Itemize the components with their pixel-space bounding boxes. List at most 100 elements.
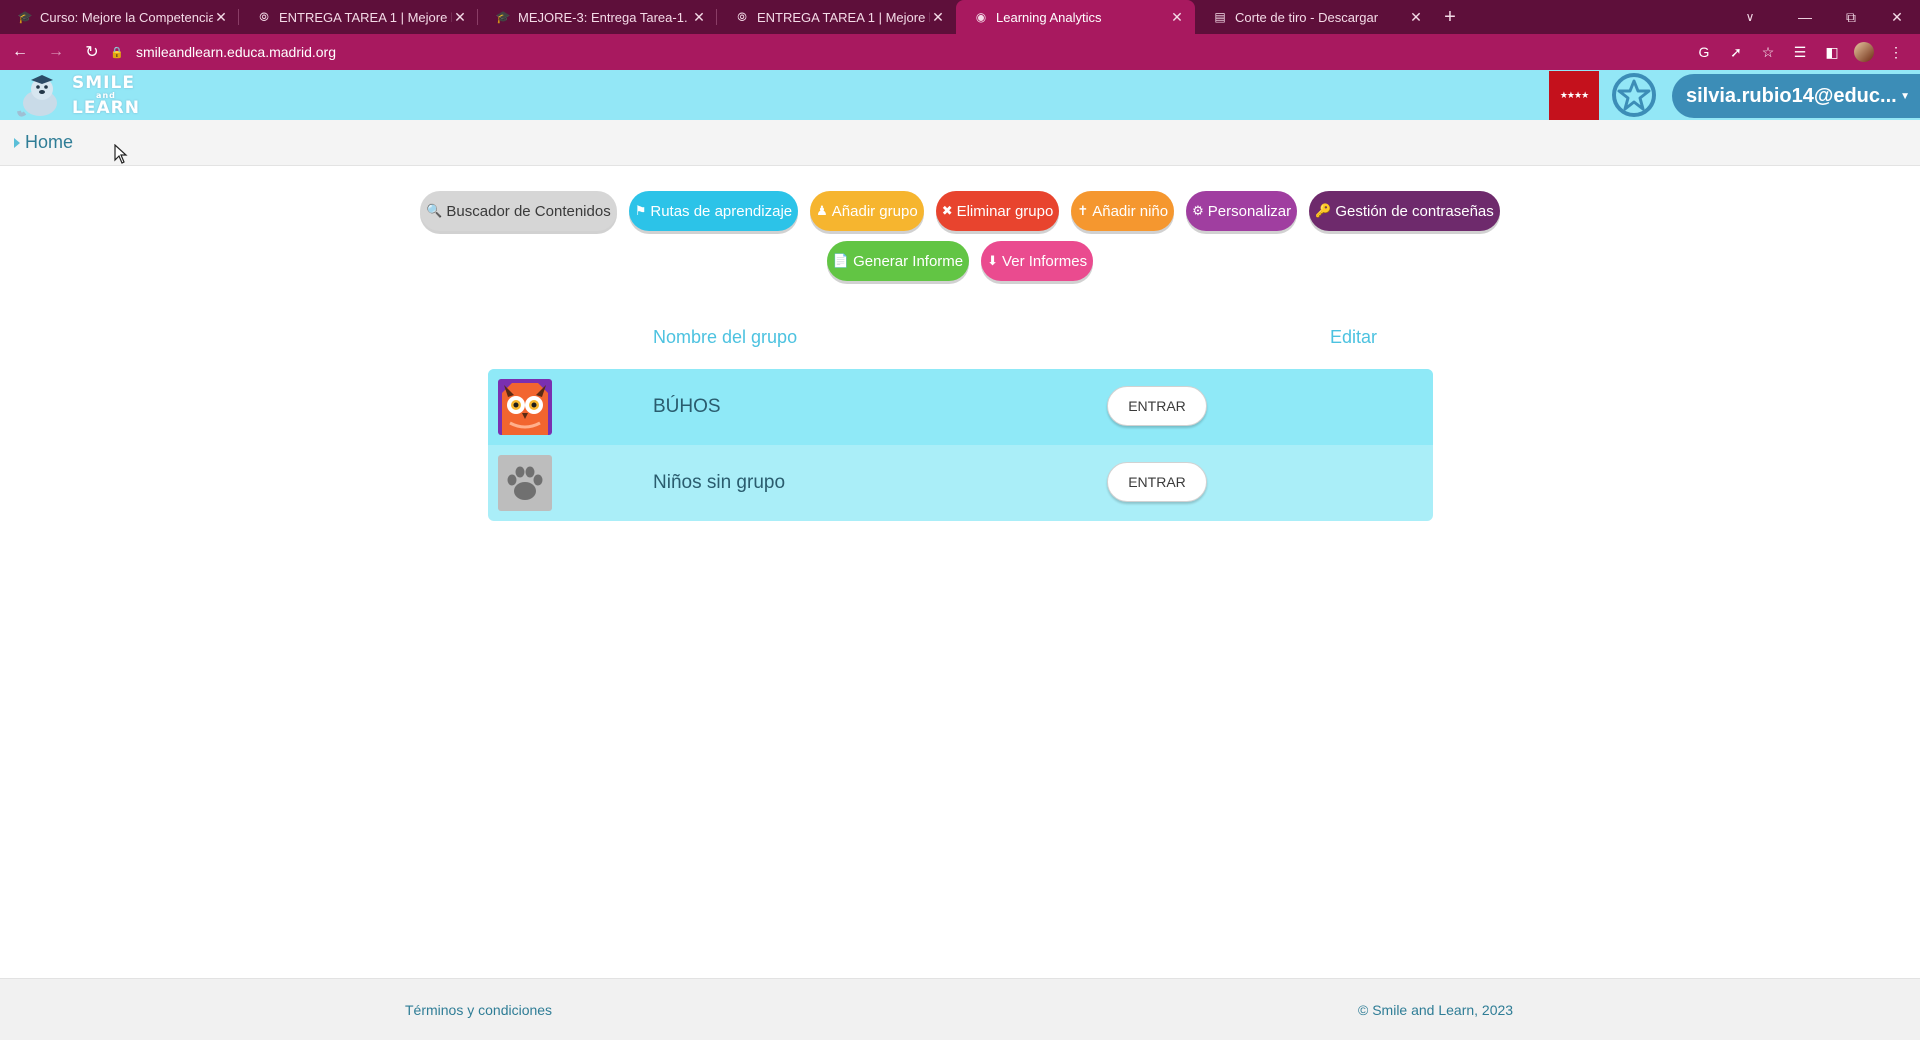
comunidad-madrid-flag[interactable]: ★★★★ [1549, 71, 1599, 120]
bookmark-star-icon[interactable]: ☆ [1752, 38, 1784, 66]
button-label: Buscador de Contenidos [446, 202, 611, 220]
close-icon[interactable]: ✕ [1408, 9, 1424, 25]
action-buttons-row-2: 📄 Generar Informe ⬇ Ver Informes [0, 241, 1920, 281]
back-icon[interactable]: ← [4, 38, 36, 66]
footer: Términos y condiciones © Smile and Learn… [0, 978, 1920, 1040]
table-row: Niños sin grupo ENTRAR [488, 445, 1433, 521]
mouse-cursor-icon [114, 144, 128, 164]
moodle-icon: ⦾ [259, 9, 269, 24]
profile-avatar[interactable] [1854, 42, 1874, 62]
tab-search-icon[interactable]: ∨ [1730, 0, 1770, 34]
book-icon: ▤ [1214, 10, 1226, 24]
logo-wordmark: SMILE and LEARN [72, 75, 140, 117]
column-header-group-name: Nombre del grupo [653, 327, 798, 347]
forward-icon[interactable]: → [40, 38, 72, 66]
minimize-icon[interactable]: — [1782, 0, 1828, 34]
browser-tab[interactable]: ⦾ ENTREGA TAREA 1 | Mejore la CD ✕ [239, 0, 478, 34]
close-icon[interactable]: ✕ [213, 9, 229, 25]
button-label: Personalizar [1207, 202, 1292, 220]
restore-icon[interactable]: ⧉ [1828, 0, 1874, 34]
smile-and-learn-logo[interactable]: SMILE and LEARN [16, 73, 148, 119]
download-icon: ⬇ [987, 253, 999, 268]
browser-tab[interactable]: 🎓 MEJORE-3: Entrega Tarea-1. ✕ [478, 0, 717, 34]
button-label: Gestión de contraseñas [1335, 202, 1494, 220]
group-name: Niños sin grupo [653, 472, 786, 493]
star-badge-svg [1612, 73, 1656, 117]
add-group-button[interactable]: ♟ Añadir grupo [810, 191, 924, 231]
terms-link[interactable]: Términos y condiciones [405, 1002, 552, 1018]
browser-tab-active[interactable]: ◉ Learning Analytics ✕ [956, 0, 1195, 34]
browser-tab[interactable]: ▤ Corte de tiro - Descargar ✕ [1195, 0, 1434, 34]
media-icon[interactable]: ☰ [1784, 38, 1816, 66]
menu-icon[interactable]: ⋮ [1880, 38, 1912, 66]
document-icon: 📄 [832, 253, 850, 268]
generate-report-button[interactable]: 📄 Generar Informe [826, 241, 970, 281]
new-tab-button[interactable]: + [1434, 0, 1466, 34]
x-icon: ✖ [941, 203, 953, 218]
paw-avatar-svg [498, 455, 552, 511]
button-label: Añadir niño [1092, 202, 1169, 220]
enter-group-button[interactable]: ENTRAR [1107, 386, 1207, 426]
logo-word-smile: SMILE [72, 73, 135, 93]
gears-icon: ⚙ [1192, 203, 1204, 218]
tab-title: Corte de tiro - Descargar [1235, 9, 1379, 25]
educamadrid-star-icon[interactable] [1606, 72, 1662, 118]
copyright-text: © Smile and Learn, 2023 [1358, 1002, 1514, 1018]
button-label: Ver Informes [1002, 252, 1088, 270]
owl-icon [498, 379, 552, 435]
moodle-icon: ⦾ [737, 9, 747, 24]
tab-title: Curso: Mejore la Competencia D [40, 9, 213, 25]
graduation-cap-icon: 🎓 [17, 10, 33, 24]
close-icon[interactable]: ✕ [1169, 9, 1185, 25]
customize-button[interactable]: ⚙ Personalizar [1186, 191, 1298, 231]
key-icon: 🔑 [1315, 203, 1332, 218]
button-label: Añadir grupo [831, 202, 918, 220]
browser-toolbar: ← → ↻ 🔒 smileandlearn.educa.madrid.org G… [0, 34, 1920, 70]
seal-icon: ◉ [975, 10, 987, 24]
lock-icon[interactable]: 🔒 [110, 46, 126, 59]
close-window-icon[interactable]: ✕ [1874, 0, 1920, 34]
tab-title: ENTREGA TAREA 1 | Mejore la CD [757, 9, 930, 25]
delete-group-button[interactable]: ✖ Eliminar grupo [935, 191, 1060, 231]
table-row: BÚHOS ENTRAR [488, 369, 1433, 445]
groups-table: BÚHOS ENTRAR Niños sin grupo ENTRAR [488, 369, 1433, 521]
address-bar[interactable]: 🔒 smileandlearn.educa.madrid.org [110, 38, 1670, 66]
search-icon: 🔍 [426, 203, 443, 218]
close-icon[interactable]: ✕ [930, 9, 946, 25]
enter-group-button[interactable]: ENTRAR [1107, 462, 1207, 502]
password-management-button[interactable]: 🔑 Gestión de contraseñas [1309, 191, 1500, 231]
button-label: Rutas de aprendizaje [650, 202, 793, 220]
breadcrumb: Home [0, 120, 1920, 166]
tab-title: ENTREGA TAREA 1 | Mejore la CD [279, 9, 452, 25]
caret-down-icon: ▼ [1900, 90, 1910, 102]
caret-right-icon [14, 137, 20, 148]
owl-avatar-svg [498, 379, 552, 435]
logo-word-learn: LEARN [72, 98, 140, 118]
paw-icon [498, 455, 552, 511]
learning-paths-button[interactable]: ⚑ Rutas de aprendizaje [628, 191, 799, 231]
button-label: Generar Informe [853, 252, 964, 270]
seal-mascot-icon [17, 75, 57, 117]
signpost-icon: ⚑ [634, 203, 647, 218]
tab-title: MEJORE-3: Entrega Tarea-1. [518, 9, 688, 25]
action-buttons-row-1: 🔍 Buscador de Contenidos ⚑ Rutas de apre… [0, 191, 1920, 231]
user-account-menu[interactable]: silvia.rubio14@educ... ▼ [1672, 74, 1920, 118]
browser-tab[interactable]: ⦾ ENTREGA TAREA 1 | Mejore la CD ✕ [717, 0, 956, 34]
window-controls: — ⧉ ✕ [1782, 0, 1920, 34]
close-icon[interactable]: ✕ [452, 9, 468, 25]
add-child-button[interactable]: ✝ Añadir niño [1071, 191, 1175, 231]
reload-icon[interactable]: ↻ [76, 38, 108, 66]
side-panel-icon[interactable]: ◧ [1816, 38, 1848, 66]
content-search-button[interactable]: 🔍 Buscador de Contenidos [420, 191, 617, 231]
browser-tab[interactable]: 🎓 Curso: Mejore la Competencia D ✕ [0, 0, 239, 34]
column-header-edit[interactable]: Editar [1330, 327, 1377, 348]
users-icon: ♟ [816, 203, 828, 218]
breadcrumb-home-link[interactable]: Home [25, 132, 73, 153]
share-icon[interactable]: ➚ [1720, 38, 1752, 66]
view-reports-button[interactable]: ⬇ Ver Informes [981, 241, 1094, 281]
user-email: silvia.rubio14@educ... [1686, 84, 1897, 107]
google-icon[interactable]: G [1688, 38, 1720, 66]
close-icon[interactable]: ✕ [691, 9, 707, 25]
group-name: BÚHOS [653, 396, 721, 417]
flag-stars: ★★★★ [1559, 90, 1589, 100]
